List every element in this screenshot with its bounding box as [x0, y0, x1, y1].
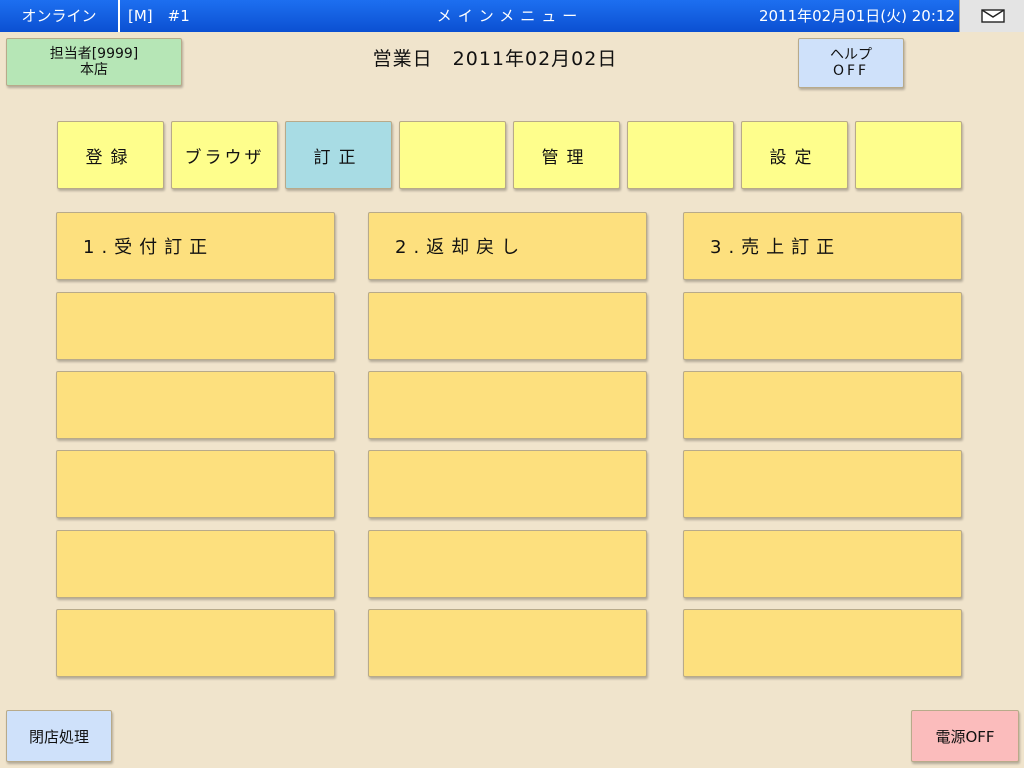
tab-empty-6[interactable]: [627, 121, 734, 189]
top-bar: オンライン [M] #1 メインメニュー 2011年02月01日(火) 20:1…: [0, 0, 1024, 32]
menu-button[interactable]: [56, 371, 335, 439]
tab-correction[interactable]: 訂正: [285, 121, 392, 189]
business-date: 営業日 2011年02月02日: [372, 48, 618, 70]
staff-button[interactable]: 担当者[9999] 本店: [6, 38, 182, 86]
menu-button[interactable]: [683, 450, 962, 518]
mail-icon: [981, 9, 1005, 23]
menu-button[interactable]: [368, 609, 647, 677]
menu-button[interactable]: [56, 292, 335, 360]
menu-reception-correction[interactable]: 1.受付訂正: [56, 212, 335, 280]
staff-id: 担当者[9999]: [49, 46, 139, 62]
menu-button[interactable]: [368, 530, 647, 598]
connection-status: オンライン: [0, 0, 120, 32]
menu-button[interactable]: [368, 371, 647, 439]
mail-button[interactable]: [959, 0, 1024, 32]
tab-settings[interactable]: 設定: [741, 121, 848, 189]
tab-management[interactable]: 管理: [513, 121, 620, 189]
menu-return-undo[interactable]: 2.返却戻し: [368, 212, 647, 280]
tab-browser[interactable]: ブラウザ: [171, 121, 278, 189]
current-datetime: 2011年02月01日(火) 20:12: [758, 7, 955, 25]
terminal-mode: [M] #1: [128, 7, 190, 25]
menu-button[interactable]: [56, 609, 335, 677]
screen-title: メインメニュー: [436, 7, 584, 25]
tab-register[interactable]: 登録: [57, 121, 164, 189]
help-state: OFF: [832, 63, 870, 79]
menu-button[interactable]: [368, 450, 647, 518]
help-label: ヘルプ: [830, 47, 872, 63]
tab-empty-8[interactable]: [855, 121, 962, 189]
menu-button[interactable]: [368, 292, 647, 360]
staff-branch: 本店: [80, 62, 108, 78]
menu-sales-correction[interactable]: 3.売上訂正: [683, 212, 962, 280]
power-off-button[interactable]: 電源OFF: [911, 710, 1019, 762]
close-shop-button[interactable]: 閉店処理: [6, 710, 112, 762]
menu-button[interactable]: [56, 530, 335, 598]
tab-empty-4[interactable]: [399, 121, 506, 189]
menu-button[interactable]: [56, 450, 335, 518]
menu-button[interactable]: [683, 530, 962, 598]
menu-button[interactable]: [683, 609, 962, 677]
menu-button[interactable]: [683, 292, 962, 360]
menu-button[interactable]: [683, 371, 962, 439]
help-toggle-button[interactable]: ヘルプ OFF: [798, 38, 904, 88]
